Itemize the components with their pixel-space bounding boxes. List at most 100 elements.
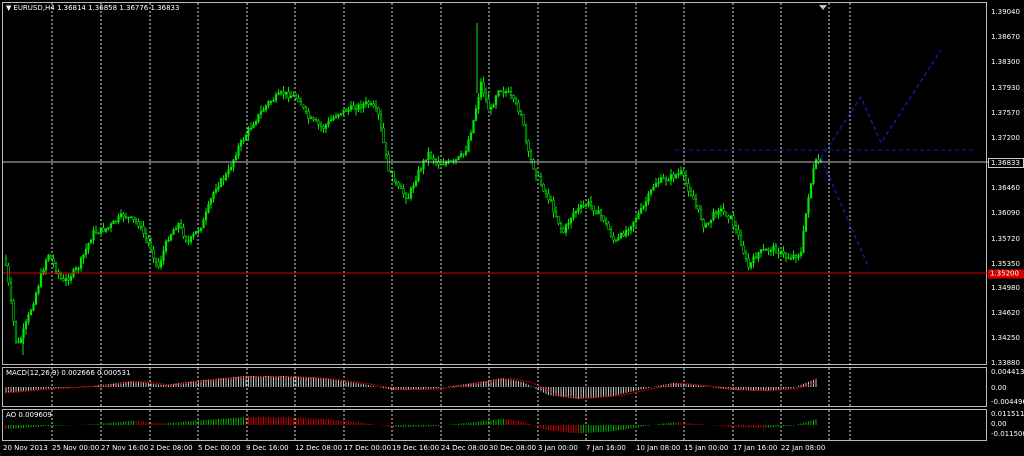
candle-body bbox=[302, 104, 305, 108]
candle-body bbox=[704, 223, 708, 228]
candle-body bbox=[597, 210, 600, 215]
ao-pane[interactable]: AO 0.009609 bbox=[2, 409, 987, 442]
candle-body bbox=[419, 168, 423, 171]
candle-body bbox=[204, 211, 208, 221]
candle-body bbox=[409, 187, 413, 199]
candle-body bbox=[12, 300, 15, 322]
candle-body bbox=[812, 168, 815, 184]
candle-body bbox=[119, 213, 123, 217]
candle-body bbox=[779, 250, 783, 255]
candle-body bbox=[242, 139, 245, 142]
candlestick-chart[interactable] bbox=[3, 3, 988, 366]
candle-body bbox=[224, 173, 228, 180]
candle-body bbox=[202, 219, 205, 229]
candle-body bbox=[557, 216, 560, 224]
symbol-label: EURUSD,H4 bbox=[13, 4, 55, 12]
candle-body bbox=[722, 208, 725, 213]
candle-body bbox=[362, 103, 365, 109]
candle-body bbox=[684, 175, 688, 184]
candle-body bbox=[727, 215, 730, 219]
time-tick: 17 Dec 00:00 bbox=[344, 444, 392, 452]
candle-body bbox=[282, 91, 285, 95]
candle-body bbox=[254, 121, 258, 125]
candle-body bbox=[87, 243, 90, 250]
candle-body bbox=[312, 117, 315, 120]
ao-tick: 0.011511 bbox=[991, 410, 1024, 418]
candle-body bbox=[762, 249, 765, 251]
candle-body bbox=[622, 232, 625, 237]
candle-body bbox=[144, 233, 148, 239]
candle-body bbox=[59, 273, 63, 280]
candle-body bbox=[294, 95, 298, 99]
chart-menu-arrow-icon[interactable]: ▼ bbox=[6, 4, 11, 12]
candle-body bbox=[587, 201, 590, 206]
red-line-price-tag: 1.35200 bbox=[988, 269, 1024, 279]
candle-body bbox=[164, 241, 168, 252]
candle-body bbox=[307, 111, 310, 119]
candle-body bbox=[669, 174, 673, 181]
candle-body bbox=[244, 135, 248, 141]
candle-body bbox=[92, 230, 95, 241]
candle-body bbox=[29, 309, 33, 315]
candle-body bbox=[524, 124, 528, 142]
time-tick: 30 Dec 08:00 bbox=[489, 444, 537, 452]
candle-body bbox=[212, 192, 215, 200]
candle-body bbox=[234, 155, 238, 161]
candle-body bbox=[97, 232, 100, 235]
candle-body bbox=[707, 222, 710, 225]
candle-body bbox=[749, 262, 753, 268]
candle-body bbox=[507, 91, 510, 93]
candle-body bbox=[792, 254, 795, 259]
candle-body bbox=[634, 218, 638, 223]
candle-body bbox=[599, 210, 603, 217]
candle-body bbox=[187, 240, 190, 243]
candle-body bbox=[777, 252, 780, 255]
candle-body bbox=[114, 220, 118, 223]
candle-body bbox=[332, 117, 335, 121]
candle-body bbox=[632, 221, 635, 227]
candle-body bbox=[672, 174, 675, 179]
candle-body bbox=[432, 157, 435, 161]
ohlc-close: 1.36833 bbox=[150, 4, 180, 12]
time-tick: 27 Nov 16:00 bbox=[101, 444, 149, 452]
candle-body bbox=[652, 186, 655, 191]
candle-body bbox=[462, 153, 465, 156]
time-axis[interactable]: 20 Nov 2013 25 Nov 00:00 27 Nov 16:00 2 … bbox=[0, 443, 990, 456]
candle-body bbox=[167, 239, 170, 242]
candle-body bbox=[512, 95, 515, 99]
candle-body bbox=[347, 109, 350, 112]
candle-body bbox=[89, 239, 93, 244]
candle-body bbox=[102, 227, 105, 232]
candle-body bbox=[442, 163, 445, 166]
candle-body bbox=[514, 98, 518, 104]
candle-body bbox=[469, 132, 473, 141]
candle-body bbox=[444, 162, 448, 166]
candle-body bbox=[784, 253, 788, 258]
candle-body bbox=[574, 211, 578, 213]
price-tick: 1.37570 bbox=[991, 109, 1020, 117]
candle-body bbox=[227, 169, 230, 175]
candle-body bbox=[457, 156, 460, 160]
candle-body bbox=[712, 211, 715, 221]
candle-body bbox=[162, 250, 165, 261]
chart-window[interactable]: ▼ EURUSD,H4 1.36814 1.36858 1.36776 1.368… bbox=[0, 0, 1024, 456]
candle-body bbox=[559, 222, 563, 229]
candle-body bbox=[589, 201, 593, 207]
candle-body bbox=[54, 263, 58, 273]
price-axis[interactable]: 1.39040 1.38670 1.38300 1.37930 1.37570 … bbox=[988, 2, 1024, 367]
candle-body bbox=[504, 91, 508, 94]
price-chart-pane[interactable]: ▼ EURUSD,H4 1.36814 1.36858 1.36776 1.368… bbox=[2, 2, 988, 366]
candle-body bbox=[367, 101, 370, 105]
candle-body bbox=[677, 173, 680, 175]
time-tick: 5 Dec 00:00 bbox=[198, 444, 241, 452]
candle-body bbox=[799, 251, 803, 256]
ohlc-open: 1.36814 bbox=[56, 4, 86, 12]
candle-body bbox=[397, 182, 400, 187]
candle-body bbox=[734, 225, 738, 230]
price-tick: 1.36090 bbox=[991, 209, 1020, 217]
macd-pane[interactable]: MACD(12,26,9) 0.002666 0.000531 bbox=[2, 367, 987, 408]
candle-body bbox=[47, 254, 50, 261]
candle-body bbox=[807, 197, 810, 214]
candle-body bbox=[389, 170, 393, 173]
candle-body bbox=[482, 81, 485, 94]
